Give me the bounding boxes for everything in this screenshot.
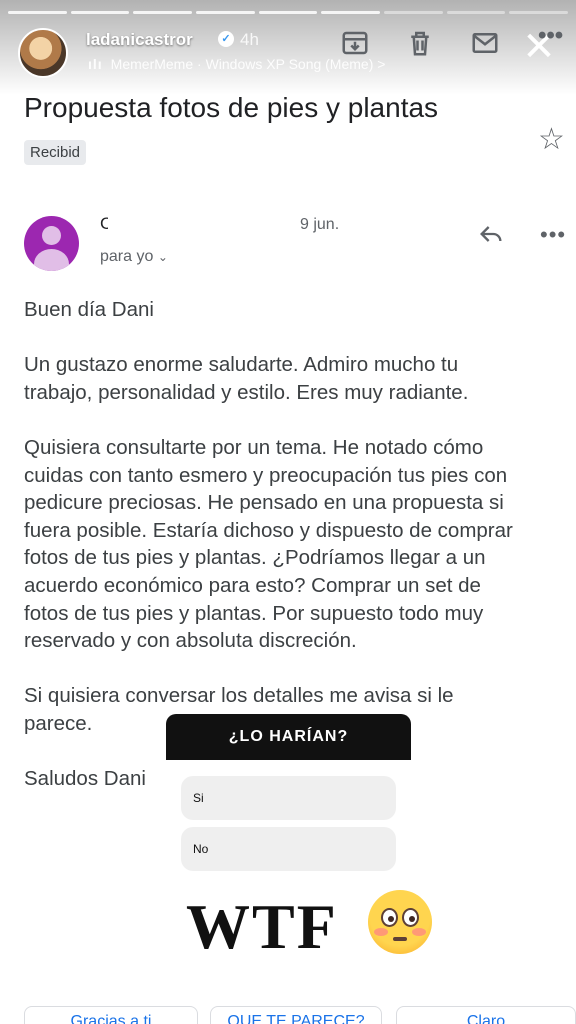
email-paragraph: Buen día Dani — [24, 298, 154, 321]
progress-segment — [196, 11, 255, 14]
story-username[interactable]: ladanicastror — [86, 30, 193, 50]
delete-icon[interactable] — [405, 28, 435, 58]
progress-segment — [258, 11, 318, 14]
progress-segment — [509, 11, 569, 14]
progress-segment — [133, 11, 193, 14]
more-icon[interactable]: ••• — [540, 222, 566, 248]
emoji-eye — [402, 908, 419, 927]
email-subject: Propuesta fotos de pies y plantas — [24, 92, 439, 123]
email-paragraph: Quisiera consultarte por un tema. He not… — [24, 435, 513, 653]
mail-icon[interactable] — [470, 28, 500, 58]
emoji-mouth — [393, 937, 407, 941]
recipient-line[interactable]: para yo ⌄ — [100, 248, 168, 266]
progress-segment — [70, 11, 130, 14]
recipient-text: para yo — [100, 248, 154, 265]
caption-text: WTF — [186, 891, 338, 962]
inbox-label[interactable]: Recibid — [24, 140, 87, 165]
smart-reply-chip[interactable]: Gracias a ti — [24, 1006, 198, 1024]
poll-option-si[interactable]: Si — [181, 776, 396, 820]
sender-avatar[interactable] — [24, 216, 79, 271]
story-time: 4h — [240, 30, 259, 49]
emoji-eye — [381, 908, 398, 927]
avatar-head — [42, 226, 61, 245]
music-text: MemerMeme · Windows XP Song (Meme) > — [110, 56, 386, 72]
smart-reply-chip[interactable]: QUE TE PARECE? — [210, 1006, 382, 1024]
flushed-face-icon — [368, 890, 432, 954]
archive-icon[interactable] — [340, 28, 370, 58]
smart-reply-chip[interactable]: Claro — [396, 1006, 576, 1024]
more-icon[interactable]: ••• — [538, 22, 568, 52]
star-icon[interactable]: ☆ — [538, 122, 565, 157]
progress-segment — [8, 11, 67, 14]
poll-question: ¿LO HARÍAN? — [166, 714, 411, 760]
progress-segment — [446, 11, 506, 14]
music-label[interactable]: ılı MemerMeme · Windows XP Song (Meme) > — [88, 56, 385, 72]
story-progress-bar — [8, 11, 569, 14]
progress-segment — [384, 11, 443, 14]
music-bars-icon: ılı — [88, 56, 103, 72]
smart-reply-bar: Gracias a ti QUE TE PARECE? Claro — [24, 1006, 576, 1024]
avatar-body — [34, 249, 69, 271]
emoji-cheek — [374, 928, 388, 936]
chevron-down-icon: ⌄ — [157, 250, 168, 264]
email-date: 9 jun. — [300, 216, 340, 233]
progress-segment — [321, 11, 381, 14]
redaction — [108, 210, 298, 240]
email-paragraph: Un gustazo enorme saludarte. Admiro much… — [24, 353, 469, 404]
verified-badge-icon: ✓ — [218, 31, 234, 47]
poll-option-no[interactable]: No — [181, 827, 396, 871]
profile-avatar[interactable] — [18, 28, 68, 78]
emoji-cheek — [412, 928, 426, 936]
reply-icon[interactable] — [476, 220, 506, 248]
